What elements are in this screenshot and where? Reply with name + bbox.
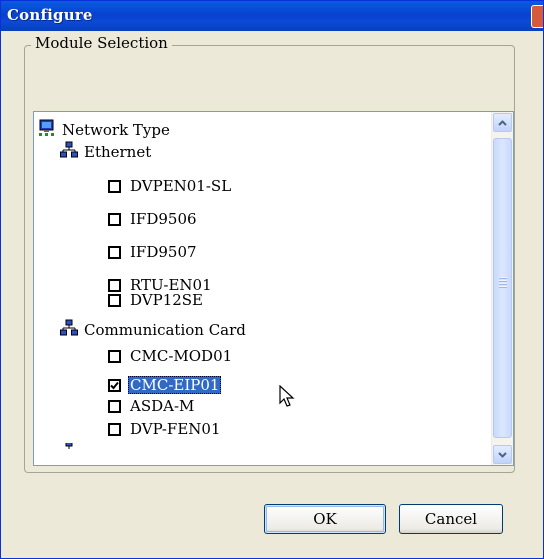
tree-item-cmc-eip01[interactable]: CMC-EIP01 (108, 374, 222, 396)
title-bar[interactable]: Configure (1, 1, 543, 31)
checkbox[interactable] (108, 212, 121, 226)
vertical-scrollbar[interactable] (491, 112, 513, 465)
checkbox[interactable] (108, 399, 121, 413)
tree-group-ethernet[interactable]: Ethernet (60, 141, 153, 163)
scroll-thumb[interactable] (493, 138, 512, 438)
chevron-up-icon (498, 119, 507, 126)
tree-item-dvp-fen01[interactable]: DVP-FEN01 (108, 418, 223, 440)
scroll-down-button[interactable] (493, 445, 512, 464)
scroll-up-button[interactable] (493, 113, 512, 132)
tree-root[interactable]: Network Type (38, 119, 172, 141)
tree-item-label: DVP-FEN01 (130, 420, 221, 438)
tree-item-label-selected: CMC-EIP01 (128, 376, 222, 394)
tree-item-label: ASDA-M (130, 397, 195, 415)
network-group-icon (60, 443, 78, 459)
tree-item-label: CMC-MOD01 (130, 347, 233, 365)
tree-item-label: DVPEN01-SL (130, 177, 232, 195)
checkbox-checked[interactable] (108, 378, 121, 392)
tree-group-communication-card[interactable]: Communication Card (60, 319, 248, 341)
checkmark-icon (110, 381, 119, 389)
checkbox[interactable] (108, 422, 121, 436)
ok-button[interactable]: OK (264, 504, 386, 534)
network-group-icon (60, 141, 78, 163)
group-title: Module Selection (31, 34, 172, 52)
network-computer-icon (38, 119, 56, 141)
tree-group-label: Ethernet (84, 143, 152, 161)
close-button[interactable] (531, 5, 543, 28)
tree-item-label: IFD9507 (130, 243, 197, 261)
network-group-icon (60, 319, 78, 341)
tree-item-asda-m[interactable]: ASDA-M (108, 395, 196, 417)
tree-item-dvpen01-sl[interactable]: DVPEN01-SL (108, 175, 233, 197)
mouse-pointer-icon (279, 385, 295, 407)
tree-item-label: DVP12SE (130, 291, 204, 309)
tree-item-ifd9507[interactable]: IFD9507 (108, 241, 199, 263)
checkbox[interactable] (108, 179, 121, 193)
network-tree[interactable]: Network Type Ethernet DVPEN01-SL IFD9506… (33, 111, 514, 466)
checkbox[interactable] (108, 245, 121, 259)
chevron-down-icon (498, 451, 507, 458)
checkbox[interactable] (108, 349, 121, 363)
tree-item-ifd9506[interactable]: IFD9506 (108, 208, 199, 230)
checkbox[interactable] (108, 293, 121, 307)
tree-item-cmc-mod01[interactable]: CMC-MOD01 (108, 345, 234, 367)
window-title: Configure (7, 6, 93, 24)
tree-group-partial[interactable] (60, 443, 82, 459)
tree-root-label: Network Type (62, 121, 170, 139)
tree-item-label: IFD9506 (130, 210, 197, 228)
tree-group-label: Communication Card (84, 321, 246, 339)
cancel-button[interactable]: Cancel (399, 504, 503, 534)
tree-item-dvp12se[interactable]: DVP12SE (108, 289, 205, 311)
